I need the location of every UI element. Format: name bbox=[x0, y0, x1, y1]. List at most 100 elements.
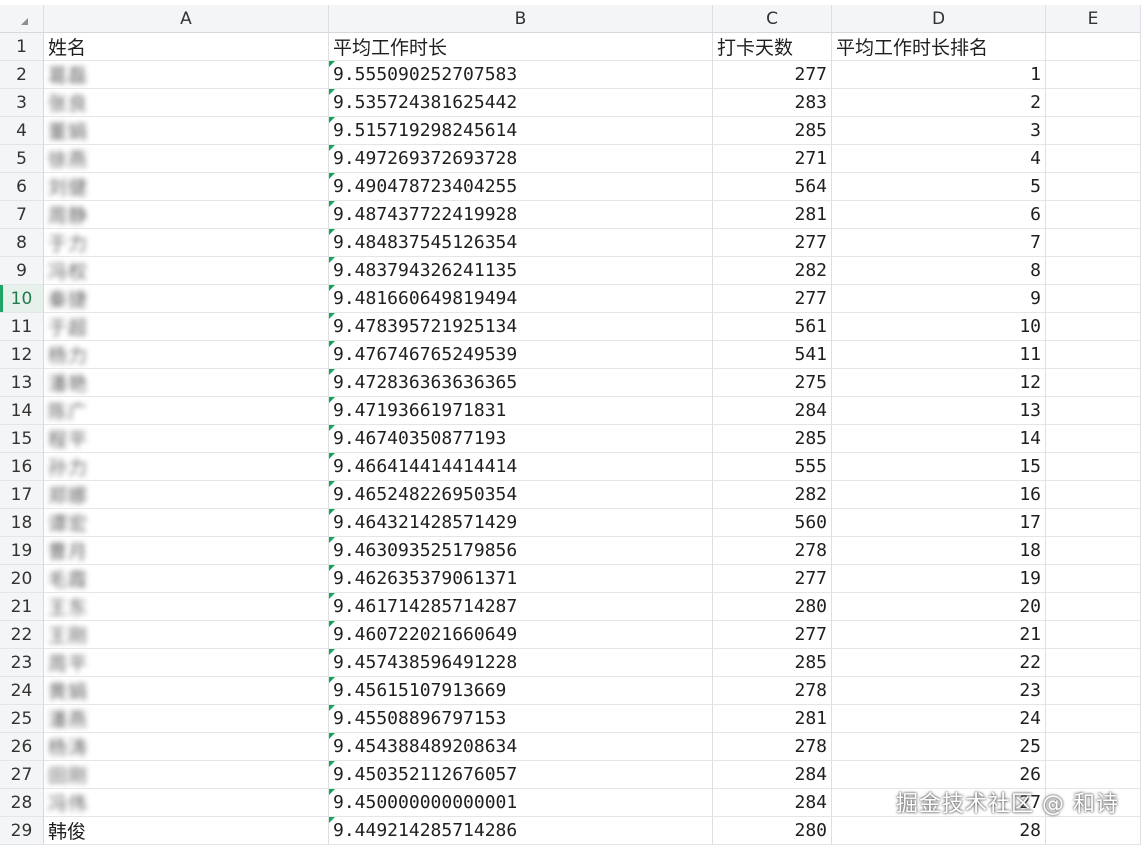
cell-name[interactable]: 王刚 bbox=[44, 621, 329, 649]
cell-name[interactable]: 陈广 bbox=[44, 397, 329, 425]
cell-name[interactable]: 黄娟 bbox=[44, 677, 329, 705]
row-number[interactable]: 11 bbox=[0, 313, 44, 341]
cell-name[interactable]: 冯权 bbox=[44, 257, 329, 285]
cell-empty[interactable] bbox=[1046, 481, 1141, 509]
cell-empty[interactable] bbox=[1046, 313, 1141, 341]
cell-empty[interactable] bbox=[1046, 369, 1141, 397]
row-number[interactable]: 20 bbox=[0, 565, 44, 593]
cell-days[interactable]: 561 bbox=[713, 313, 832, 341]
cell-name[interactable]: 曹月 bbox=[44, 537, 329, 565]
cell-rank[interactable]: 14 bbox=[832, 425, 1046, 453]
cell-days[interactable]: 275 bbox=[713, 369, 832, 397]
cell-empty[interactable] bbox=[1046, 453, 1141, 481]
cell-empty[interactable] bbox=[1046, 537, 1141, 565]
cell-empty[interactable] bbox=[1046, 145, 1141, 173]
cell-rank[interactable]: 6 bbox=[832, 201, 1046, 229]
row-number[interactable]: 12 bbox=[0, 341, 44, 369]
row-number[interactable]: 27 bbox=[0, 761, 44, 789]
cell-name[interactable]: 郑娜 bbox=[44, 481, 329, 509]
cell-empty[interactable] bbox=[1046, 89, 1141, 117]
row-number[interactable]: 22 bbox=[0, 621, 44, 649]
row-number[interactable]: 28 bbox=[0, 789, 44, 817]
cell-name[interactable]: 毛霞 bbox=[44, 565, 329, 593]
cell-name[interactable]: 潘燕 bbox=[44, 705, 329, 733]
cell-name[interactable]: 董娟 bbox=[44, 117, 329, 145]
cell-avg-hours[interactable]: 9.450352112676057 bbox=[329, 761, 713, 789]
row-number[interactable]: 23 bbox=[0, 649, 44, 677]
cell-rank[interactable]: 17 bbox=[832, 509, 1046, 537]
select-all-corner[interactable] bbox=[0, 5, 44, 33]
cell-days[interactable]: 284 bbox=[713, 397, 832, 425]
cell-a1[interactable]: 姓名 bbox=[44, 33, 329, 61]
cell-name[interactable]: 葛磊 bbox=[44, 61, 329, 89]
column-header-c[interactable]: C bbox=[713, 5, 832, 33]
cell-rank[interactable]: 3 bbox=[832, 117, 1046, 145]
cell-days[interactable]: 282 bbox=[713, 257, 832, 285]
cell-days[interactable]: 278 bbox=[713, 537, 832, 565]
row-number[interactable]: 24 bbox=[0, 677, 44, 705]
cell-avg-hours[interactable]: 9.45508896797153 bbox=[329, 705, 713, 733]
cell-avg-hours[interactable]: 9.478395721925134 bbox=[329, 313, 713, 341]
column-header-a[interactable]: A bbox=[44, 5, 329, 33]
cell-days[interactable]: 564 bbox=[713, 173, 832, 201]
cell-avg-hours[interactable]: 9.463093525179856 bbox=[329, 537, 713, 565]
cell-days[interactable]: 278 bbox=[713, 677, 832, 705]
row-number[interactable]: 25 bbox=[0, 705, 44, 733]
row-number[interactable]: 16 bbox=[0, 453, 44, 481]
cell-name[interactable]: 于超 bbox=[44, 313, 329, 341]
cell-avg-hours[interactable]: 9.47193661971831 bbox=[329, 397, 713, 425]
cell-days[interactable]: 285 bbox=[713, 425, 832, 453]
cell-avg-hours[interactable]: 9.483794326241135 bbox=[329, 257, 713, 285]
cell-name[interactable]: 张良 bbox=[44, 89, 329, 117]
row-number[interactable]: 5 bbox=[0, 145, 44, 173]
cell-avg-hours[interactable]: 9.464321428571429 bbox=[329, 509, 713, 537]
cell-name[interactable]: 杨涛 bbox=[44, 733, 329, 761]
row-number[interactable]: 26 bbox=[0, 733, 44, 761]
cell-rank[interactable]: 28 bbox=[832, 817, 1046, 845]
cell-avg-hours[interactable]: 9.515719298245614 bbox=[329, 117, 713, 145]
cell-rank[interactable]: 12 bbox=[832, 369, 1046, 397]
cell-rank[interactable]: 15 bbox=[832, 453, 1046, 481]
cell-empty[interactable] bbox=[1046, 117, 1141, 145]
cell-avg-hours[interactable]: 9.497269372693728 bbox=[329, 145, 713, 173]
cell-rank[interactable]: 16 bbox=[832, 481, 1046, 509]
row-number[interactable]: 13 bbox=[0, 369, 44, 397]
column-header-e[interactable]: E bbox=[1046, 5, 1141, 33]
cell-rank[interactable]: 8 bbox=[832, 257, 1046, 285]
cell-days[interactable]: 280 bbox=[713, 817, 832, 845]
cell-rank[interactable]: 2 bbox=[832, 89, 1046, 117]
cell-name[interactable]: 王东 bbox=[44, 593, 329, 621]
cell-days[interactable]: 277 bbox=[713, 565, 832, 593]
row-number[interactable]: 3 bbox=[0, 89, 44, 117]
cell-name[interactable]: 谭宏 bbox=[44, 509, 329, 537]
cell-avg-hours[interactable]: 9.484837545126354 bbox=[329, 229, 713, 257]
row-number[interactable]: 1 bbox=[0, 33, 44, 61]
cell-name[interactable]: 周平 bbox=[44, 649, 329, 677]
cell-name[interactable]: 田刚 bbox=[44, 761, 329, 789]
cell-name[interactable]: 周静 bbox=[44, 201, 329, 229]
row-number[interactable]: 14 bbox=[0, 397, 44, 425]
cell-days[interactable]: 285 bbox=[713, 649, 832, 677]
cell-avg-hours[interactable]: 9.457438596491228 bbox=[329, 649, 713, 677]
cell-empty[interactable] bbox=[1046, 201, 1141, 229]
cell-avg-hours[interactable]: 9.481660649819494 bbox=[329, 285, 713, 313]
row-number[interactable]: 17 bbox=[0, 481, 44, 509]
cell-avg-hours[interactable]: 9.472836363636365 bbox=[329, 369, 713, 397]
cell-rank[interactable]: 23 bbox=[832, 677, 1046, 705]
cell-name[interactable]: 秦捷 bbox=[44, 285, 329, 313]
cell-name[interactable]: 孙力 bbox=[44, 453, 329, 481]
cell-avg-hours[interactable]: 9.462635379061371 bbox=[329, 565, 713, 593]
cell-b1[interactable]: 平均工作时长 bbox=[329, 33, 713, 61]
row-number[interactable]: 4 bbox=[0, 117, 44, 145]
cell-avg-hours[interactable]: 9.487437722419928 bbox=[329, 201, 713, 229]
cell-e1[interactable] bbox=[1046, 33, 1141, 61]
column-header-b[interactable]: B bbox=[329, 5, 713, 33]
cell-rank[interactable]: 5 bbox=[832, 173, 1046, 201]
cell-avg-hours[interactable]: 9.461714285714287 bbox=[329, 593, 713, 621]
cell-days[interactable]: 541 bbox=[713, 341, 832, 369]
cell-name[interactable]: 潘艳 bbox=[44, 369, 329, 397]
cell-avg-hours[interactable]: 9.465248226950354 bbox=[329, 481, 713, 509]
cell-name[interactable]: 程平 bbox=[44, 425, 329, 453]
row-number[interactable]: 19 bbox=[0, 537, 44, 565]
cell-empty[interactable] bbox=[1046, 173, 1141, 201]
